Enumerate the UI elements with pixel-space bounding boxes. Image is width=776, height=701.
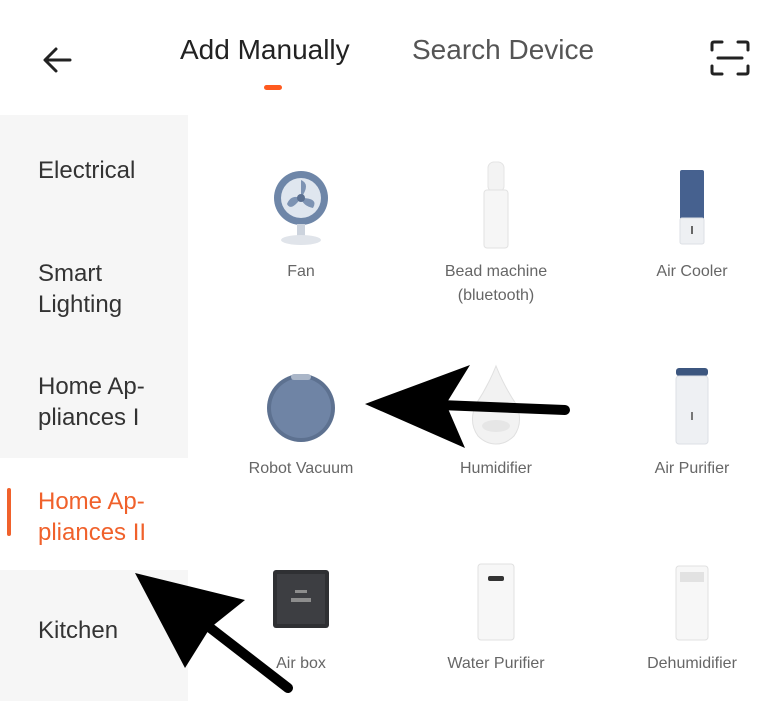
active-tab-indicator bbox=[264, 85, 282, 90]
sidebar-item-label: Electrical bbox=[38, 157, 136, 184]
device-label: Water Purifier bbox=[447, 655, 545, 672]
tab-add-manually[interactable]: Add Manually bbox=[180, 34, 350, 66]
air-cooler-icon bbox=[679, 170, 705, 245]
device-label: Air Cooler bbox=[656, 263, 728, 280]
device-label: Bead machine (bluetooth) bbox=[444, 263, 548, 304]
sidebar-item-smart-lighting[interactable]: Smart Lighting bbox=[0, 230, 188, 345]
scan-icon[interactable] bbox=[708, 38, 752, 78]
sidebar-item-label: Smart Lighting bbox=[38, 260, 123, 318]
sidebar-item-label: Home Ap- pliances I bbox=[38, 373, 145, 431]
bead-machine-icon bbox=[483, 161, 509, 249]
active-category-bar bbox=[7, 488, 11, 536]
fan-icon bbox=[274, 171, 328, 245]
sidebar-item-label: Kitchen bbox=[38, 617, 119, 644]
back-arrow-icon[interactable] bbox=[38, 40, 88, 80]
device-grid: Fan Bead machine (bluetooth) Air Cooler … bbox=[188, 115, 776, 701]
device-label: Fan bbox=[287, 263, 315, 280]
humidifier-icon bbox=[472, 364, 520, 445]
air-purifier-icon bbox=[675, 368, 709, 445]
device-label: Dehumidifier bbox=[647, 655, 737, 672]
sidebar-item-home-appliances-1[interactable]: Home Ap- pliances I bbox=[0, 345, 188, 458]
sidebar-item-kitchen[interactable]: Kitchen bbox=[0, 570, 188, 701]
device-label: Air box bbox=[276, 655, 326, 672]
sidebar-item-home-appliances-2[interactable]: Home Ap- pliances II bbox=[0, 458, 188, 570]
water-purifier-icon bbox=[477, 563, 515, 641]
device-label: Robot Vacuum bbox=[248, 460, 354, 477]
sidebar-item-label: Home Ap- pliances II bbox=[38, 488, 147, 546]
air-box-icon bbox=[273, 570, 329, 628]
device-label: Humidifier bbox=[459, 460, 532, 477]
category-sidebar: Electrical Smart Lighting Home Ap- plian… bbox=[0, 115, 188, 701]
dehumidifier-icon bbox=[675, 565, 709, 641]
device-label: Air Purifier bbox=[654, 460, 730, 477]
tab-search-device[interactable]: Search Device bbox=[412, 34, 594, 66]
top-bar: Add Manually Search Device bbox=[0, 0, 776, 110]
sidebar-item-electrical[interactable]: Electrical bbox=[0, 115, 188, 230]
robot-vacuum-icon bbox=[267, 374, 335, 442]
